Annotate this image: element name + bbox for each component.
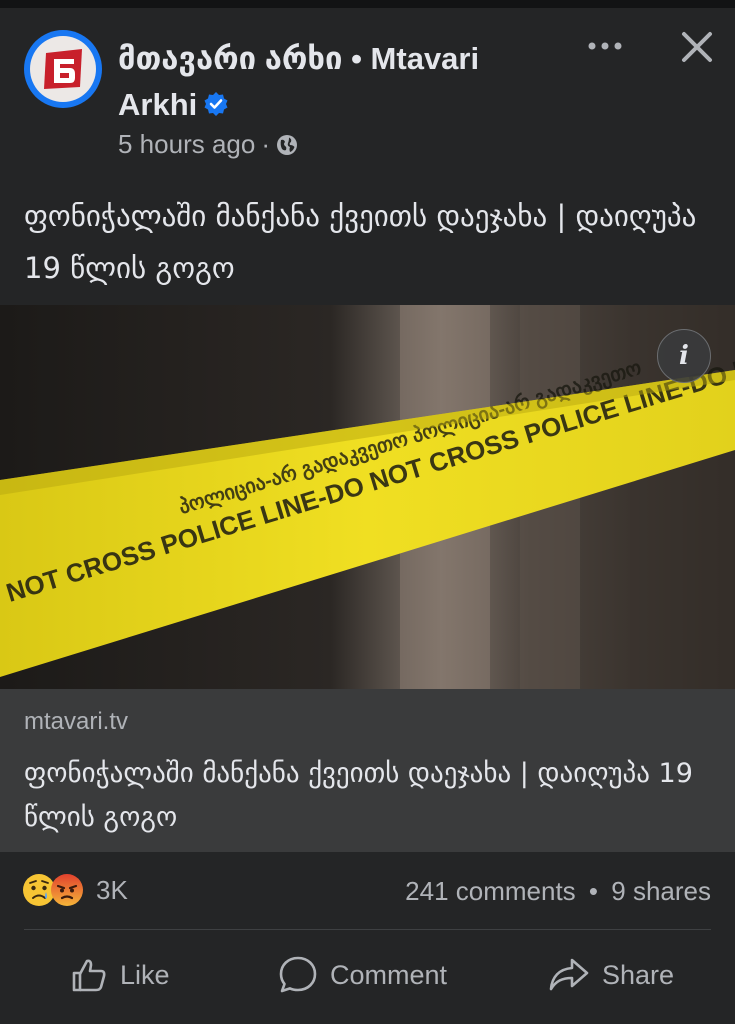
comment-button[interactable]: Comment bbox=[278, 940, 447, 1010]
info-icon[interactable]: i bbox=[657, 329, 711, 383]
globe-icon bbox=[277, 134, 297, 155]
reaction-count[interactable]: 3K bbox=[96, 875, 128, 906]
post-author[interactable]: მთავარი არხი • Mtavari Arkhi bbox=[118, 36, 558, 128]
share-button[interactable]: Share bbox=[548, 940, 674, 1010]
divider bbox=[24, 929, 711, 930]
comment-label: Comment bbox=[330, 959, 448, 990]
like-label: Like bbox=[120, 959, 170, 990]
reactions-summary[interactable]: 3K bbox=[22, 873, 128, 907]
post-timestamp[interactable]: 5 hours ago bbox=[118, 129, 255, 160]
comments-count[interactable]: 241 comments bbox=[405, 876, 576, 906]
police-tape-photo: NOT CROSS POLICE LINE-DO NOT CROSS POLIC… bbox=[0, 305, 735, 689]
like-button[interactable]: Like bbox=[70, 940, 170, 1010]
meta-separator: · bbox=[261, 129, 270, 159]
action-bar: Like Comment Share bbox=[0, 940, 735, 1010]
link-title[interactable]: ფონიჭალაში მანქანა ქვეითს დაეჯახა | დაიღ… bbox=[24, 752, 714, 840]
author-name-line2[interactable]: Arkhi bbox=[118, 87, 197, 122]
verified-badge-icon bbox=[204, 91, 228, 116]
more-options-icon[interactable] bbox=[586, 36, 626, 56]
post-caption: ფონიჭალაში მანქანა ქვეითს დაეჯახა | დაიღ… bbox=[24, 199, 697, 285]
stats-separator: • bbox=[588, 876, 599, 906]
mtavari-logo-icon bbox=[30, 36, 96, 102]
post-meta: 5 hours ago · bbox=[118, 129, 298, 160]
close-icon[interactable] bbox=[680, 30, 714, 64]
page-avatar[interactable] bbox=[24, 30, 102, 108]
post-image[interactable]: NOT CROSS POLICE LINE-DO NOT CROSS POLIC… bbox=[0, 305, 735, 689]
engagement-stats: 241 comments • 9 shares bbox=[405, 876, 711, 907]
link-domain[interactable]: mtavari.tv bbox=[24, 708, 128, 736]
share-label: Share bbox=[602, 959, 675, 990]
shares-count[interactable]: 9 shares bbox=[611, 876, 711, 906]
author-name-line1[interactable]: მთავარი არხი • Mtavari bbox=[118, 41, 479, 76]
comment-bubble-icon bbox=[279, 956, 317, 993]
status-bar-strip bbox=[0, 0, 735, 8]
share-arrow-icon bbox=[549, 958, 589, 991]
angry-reaction-icon bbox=[51, 874, 83, 906]
thumbs-up-icon bbox=[72, 959, 106, 992]
